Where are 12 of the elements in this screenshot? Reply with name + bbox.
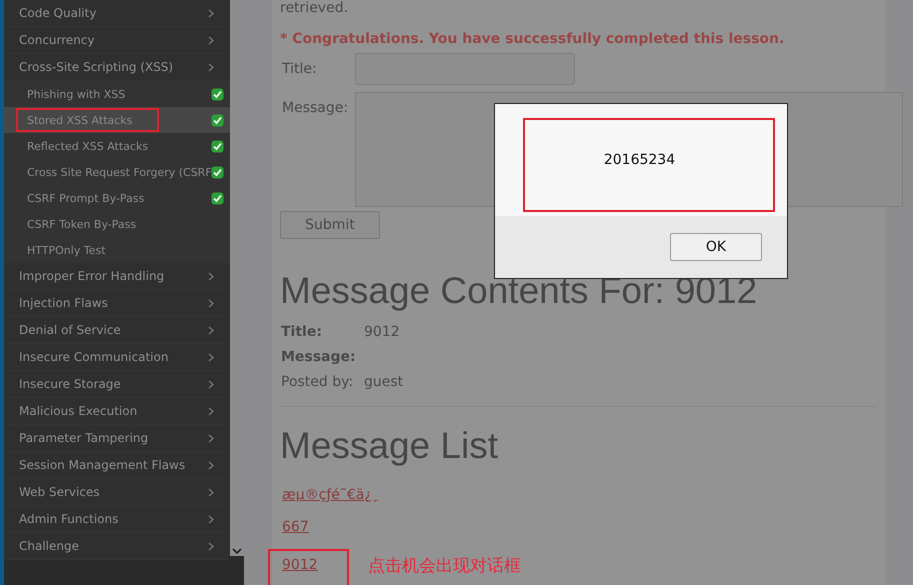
heading: Message List [280,425,499,467]
field-label: Posted by: [281,374,354,390]
paragraph: retrieved. [280,0,350,18]
alert-message: 20165234 [604,152,676,168]
field-label: Title: [281,324,323,340]
success-message: * Congratulations. You have successfully completed this lesson. [280,31,786,47]
field-value: guest [364,374,404,390]
annotation-text: 点击机会出现对话框 [368,555,521,577]
field-label: Title: [281,60,318,77]
field-value: 9012 [364,324,401,340]
field-label: Message: [281,349,357,365]
field-label: Message: [281,99,350,116]
